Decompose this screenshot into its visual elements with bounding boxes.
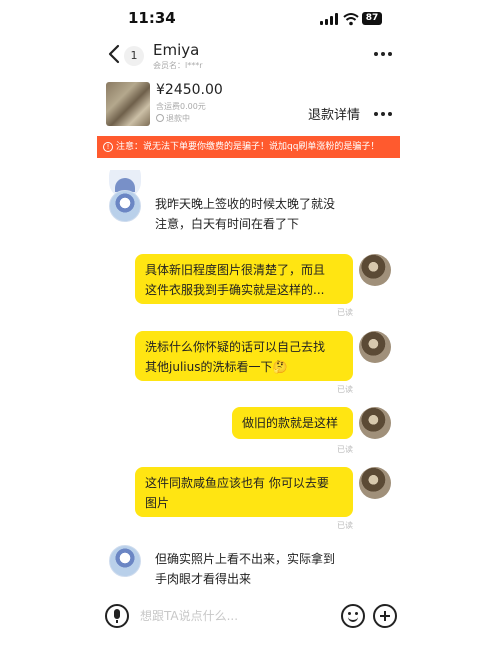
message-bubble-self[interactable]: 做旧的款就是这样: [232, 407, 353, 439]
message-line: 做旧的款就是这样: [242, 416, 339, 430]
message-line: 我昨天晚上签收的时候太晚了就没: [155, 197, 336, 211]
message-line: 注意，白天有时间在看了下: [155, 217, 300, 231]
read-receipt: 已读: [337, 521, 353, 530]
message-line: 这件衣服我到手确实就是这样的...: [145, 283, 325, 297]
plus-icon[interactable]: [373, 604, 397, 628]
order-shipping: 含运费0.00元: [156, 102, 206, 111]
read-receipt: 已读: [337, 385, 353, 394]
warning-banner: ! 注意：说无法下单要你缴费的是骗子！说加qq刷单涨粉的是骗子！: [97, 136, 400, 158]
product-thumbnail[interactable]: [106, 82, 150, 126]
refund-details-link[interactable]: 退款详情: [308, 104, 360, 123]
message-bubble-self[interactable]: 这件同款咸鱼应该也有 你可以去要 图片: [135, 467, 353, 517]
message-line: 其他julius的洗标看一下🤔: [145, 360, 288, 374]
clock-icon: [156, 114, 164, 122]
wifi-icon: [343, 11, 359, 26]
message-bubble-self[interactable]: 具体新旧程度图片很清楚了，而且 这件衣服我到手确实就是这样的...: [135, 254, 353, 304]
message-line: 手肉眼才看得出来: [155, 572, 252, 586]
status-bar: 11:34 87: [0, 0, 500, 38]
chat-header: 1 Emiya 会员名：l***r: [0, 38, 500, 74]
chevron-left-icon[interactable]: [106, 42, 122, 66]
message-line: 但确实照片上看不出来，实际拿到: [155, 552, 336, 566]
status-time: 11:34: [128, 9, 176, 27]
order-price: ¥2450.00: [156, 82, 223, 98]
contact-name[interactable]: Emiya: [153, 41, 199, 59]
order-more-dots-icon[interactable]: [372, 106, 394, 122]
message-line: 具体新旧程度图片很清楚了，而且: [145, 263, 326, 277]
battery-icon: 87: [362, 12, 382, 25]
avatar-self[interactable]: [359, 407, 391, 439]
warning-icon: !: [103, 142, 113, 152]
message-other: 我昨天晚上签收的时候太晚了就没 注意，白天有时间在看了下: [155, 194, 335, 234]
read-receipt: 已读: [337, 445, 353, 454]
message-other: 但确实照片上看不出来，实际拿到 手肉眼才看得出来: [155, 549, 335, 589]
avatar-self[interactable]: [359, 254, 391, 286]
signal-icon: [320, 13, 338, 25]
more-dots-icon[interactable]: [372, 46, 394, 62]
message-line: 图片: [145, 496, 170, 510]
avatar-other[interactable]: [109, 190, 141, 222]
emoji-icon[interactable]: [341, 604, 365, 628]
read-receipt: 已读: [337, 308, 353, 317]
avatar-other[interactable]: [109, 545, 141, 577]
warning-text: 注意：说无法下单要你缴费的是骗子！说加qq刷单涨粉的是骗子！: [116, 142, 380, 152]
avatar-self[interactable]: [359, 467, 391, 499]
unread-badge: 1: [124, 46, 144, 66]
order-status: 退款中: [156, 113, 190, 124]
microphone-icon[interactable]: [105, 604, 129, 628]
message-line: 洗标什么你怀疑的话可以自己去找: [145, 340, 326, 354]
member-label: 会员名：l***r: [153, 61, 203, 70]
avatar-self[interactable]: [359, 331, 391, 363]
input-bar: [0, 598, 500, 638]
order-card[interactable]: ¥2450.00 含运费0.00元 退款中 退款详情: [0, 78, 500, 132]
message-line: 这件同款咸鱼应该也有 你可以去要: [145, 476, 329, 490]
order-status-text: 退款中: [166, 114, 190, 123]
message-input[interactable]: [140, 602, 330, 630]
message-bubble-self[interactable]: 洗标什么你怀疑的话可以自己去找 其他julius的洗标看一下🤔: [135, 331, 353, 381]
